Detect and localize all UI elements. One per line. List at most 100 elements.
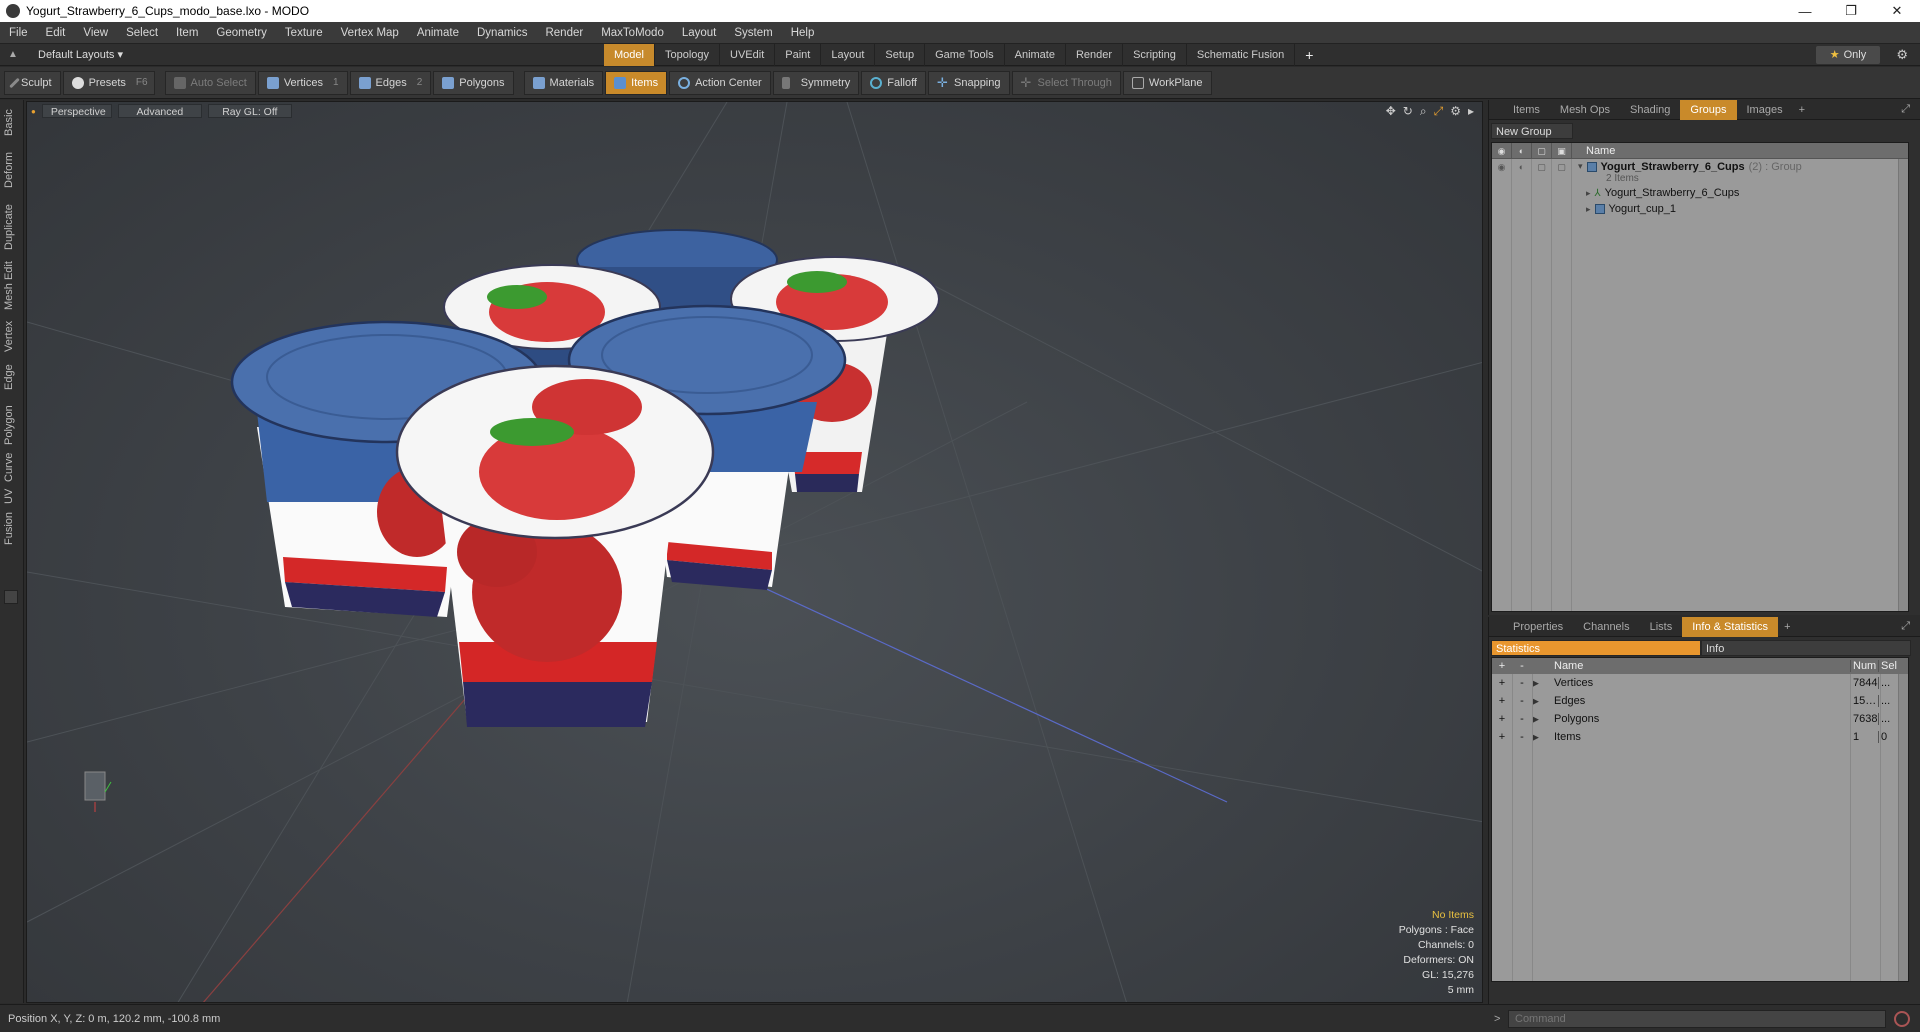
rotate-view-icon[interactable]: ↻	[1403, 104, 1413, 119]
remove-selection-icon[interactable]: -	[1512, 695, 1532, 707]
subtab-info[interactable]: Info	[1701, 640, 1911, 656]
stats-name-header[interactable]: Name	[1546, 660, 1850, 672]
remove-column-icon[interactable]: -	[1512, 660, 1532, 672]
workplane-button[interactable]: WorkPlane	[1122, 70, 1212, 95]
tab-mesh-ops[interactable]: Mesh Ops	[1550, 100, 1620, 120]
menu-texture[interactable]: Texture	[276, 27, 332, 39]
subtab-statistics[interactable]: Statistics	[1491, 640, 1701, 656]
menu-dynamics[interactable]: Dynamics	[468, 27, 536, 39]
action-center-button[interactable]: Action Center	[669, 70, 771, 95]
collapse-arrow-icon[interactable]: ▲	[8, 49, 22, 60]
menu-view[interactable]: View	[74, 27, 117, 39]
rail-tab-vertex[interactable]: Vertex	[3, 321, 15, 352]
add-selection-icon[interactable]: +	[1492, 695, 1512, 707]
tab-model[interactable]: Model	[604, 44, 655, 66]
menu-layout[interactable]: Layout	[673, 27, 726, 39]
stats-sel-header[interactable]: Sel	[1878, 660, 1900, 672]
expand-arrow-icon[interactable]: ▶	[1532, 678, 1546, 689]
rail-tab-fusion[interactable]: Fusion	[3, 512, 15, 545]
add-selection-icon[interactable]: +	[1492, 731, 1512, 743]
menu-render[interactable]: Render	[536, 27, 592, 39]
rail-tab-basic[interactable]: Basic	[3, 109, 15, 136]
rail-tab-mesh-edit[interactable]: Mesh Edit	[3, 261, 15, 310]
tab-properties[interactable]: Properties	[1503, 617, 1573, 637]
render-icon[interactable]: ◐	[1512, 143, 1532, 159]
tab-groups[interactable]: Groups	[1680, 99, 1737, 120]
add-selection-icon[interactable]: +	[1492, 713, 1512, 725]
remove-selection-icon[interactable]: -	[1512, 713, 1532, 725]
menu-animate[interactable]: Animate	[408, 27, 468, 39]
rail-tab-polygon[interactable]: Polygon	[3, 405, 15, 445]
tab-game-tools[interactable]: Game Tools	[925, 44, 1005, 66]
tab-lists[interactable]: Lists	[1640, 617, 1683, 637]
menu-file[interactable]: File	[0, 27, 37, 39]
tab-layout[interactable]: Layout	[821, 44, 876, 66]
view-perspective-button[interactable]: Perspective	[41, 104, 112, 118]
command-history-arrow-icon[interactable]: >	[1494, 1013, 1508, 1025]
zoom-view-icon[interactable]: ⌕	[1420, 104, 1427, 119]
vertices-button[interactable]: Vertices 1	[257, 70, 348, 95]
viewport-menu-dot-icon[interactable]: ●	[31, 107, 36, 116]
materials-button[interactable]: Materials	[523, 70, 604, 95]
expand-arrow-icon[interactable]: ▾	[1578, 161, 1583, 172]
auto-select-button[interactable]: Auto Select	[164, 70, 256, 95]
eye-icon[interactable]: ◉	[1492, 143, 1512, 159]
minimize-button[interactable]: —	[1782, 0, 1828, 22]
table-row[interactable]: + - ▶ Edges 15… ...	[1492, 692, 1908, 710]
tab-channels[interactable]: Channels	[1573, 617, 1639, 637]
expand-arrow-icon[interactable]: ▸	[1586, 188, 1591, 199]
tab-render[interactable]: Render	[1066, 44, 1124, 66]
panel-expand-icon[interactable]: ⤢	[1901, 103, 1910, 116]
remove-selection-icon[interactable]: -	[1512, 731, 1532, 743]
tab-shading[interactable]: Shading	[1620, 100, 1680, 120]
rail-tab-edge[interactable]: Edge	[3, 364, 15, 390]
rail-tab-uv[interactable]: UV	[3, 489, 15, 504]
menu-maxtomodo[interactable]: MaxToModo	[592, 27, 673, 39]
menu-geometry[interactable]: Geometry	[207, 27, 276, 39]
expand-arrow-icon[interactable]: ▶	[1532, 714, 1546, 725]
stats-num-header[interactable]: Num	[1850, 660, 1878, 672]
rail-toggle-button[interactable]	[4, 590, 18, 604]
expand-arrow-icon[interactable]: ▸	[1586, 204, 1591, 215]
tab-items[interactable]: Items	[1503, 100, 1550, 120]
falloff-button[interactable]: Falloff	[861, 70, 926, 95]
fit-view-icon[interactable]: ⤢	[1434, 104, 1444, 119]
tab-info-statistics[interactable]: Info & Statistics	[1682, 616, 1779, 637]
tab-topology[interactable]: Topology	[655, 44, 721, 66]
symmetry-button[interactable]: Symmetry	[772, 70, 860, 95]
expand-arrow-icon[interactable]: ▶	[1532, 732, 1546, 743]
only-toggle[interactable]: ★ Only	[1816, 46, 1880, 64]
select-icon[interactable]: ▣	[1552, 143, 1572, 159]
tab-uvedit[interactable]: UVEdit	[720, 44, 776, 66]
groups-scrollbar[interactable]	[1898, 159, 1908, 611]
rail-tab-deform[interactable]: Deform	[3, 152, 15, 188]
tab-images[interactable]: Images	[1737, 100, 1793, 120]
rail-tab-duplicate[interactable]: Duplicate	[3, 204, 15, 250]
table-row[interactable]: + - ▶ Items 1 0	[1492, 728, 1908, 746]
view-settings-gear-icon[interactable]: ⚙	[1450, 104, 1461, 119]
snapping-button[interactable]: ✛ Snapping	[928, 70, 1010, 95]
remove-selection-icon[interactable]: -	[1512, 677, 1532, 689]
add-tab-icon[interactable]: +	[1295, 44, 1323, 66]
tab-setup[interactable]: Setup	[875, 44, 926, 66]
add-panel-tab-icon[interactable]: +	[1784, 621, 1790, 633]
record-macro-icon[interactable]	[1894, 1010, 1910, 1027]
gear-icon[interactable]: ⚙	[1896, 47, 1908, 63]
items-button[interactable]: Items	[605, 70, 668, 95]
rail-tab-curve[interactable]: Curve	[3, 453, 15, 482]
expand-arrow-icon[interactable]: ▶	[1532, 696, 1546, 707]
tab-paint[interactable]: Paint	[775, 44, 822, 66]
table-row[interactable]: + - ▶ Vertices 7844 ...	[1492, 674, 1908, 692]
move-view-icon[interactable]: ✥	[1386, 104, 1396, 119]
viewport-expand-arrow-icon[interactable]: ▸	[1468, 104, 1474, 119]
table-row[interactable]: + - ▶ Polygons 7638 ...	[1492, 710, 1908, 728]
edges-button[interactable]: Edges 2	[349, 70, 432, 95]
command-input[interactable]	[1508, 1009, 1886, 1028]
menu-select[interactable]: Select	[117, 27, 167, 39]
3d-viewport[interactable]: ● Perspective Advanced Ray GL: Off ✥ ↻ ⌕…	[26, 101, 1483, 1003]
menu-help[interactable]: Help	[782, 27, 824, 39]
lock-icon[interactable]: ▢	[1532, 143, 1552, 159]
add-panel-tab-icon[interactable]: +	[1799, 104, 1805, 116]
tab-animate[interactable]: Animate	[1005, 44, 1066, 66]
menu-vertex-map[interactable]: Vertex Map	[332, 27, 408, 39]
